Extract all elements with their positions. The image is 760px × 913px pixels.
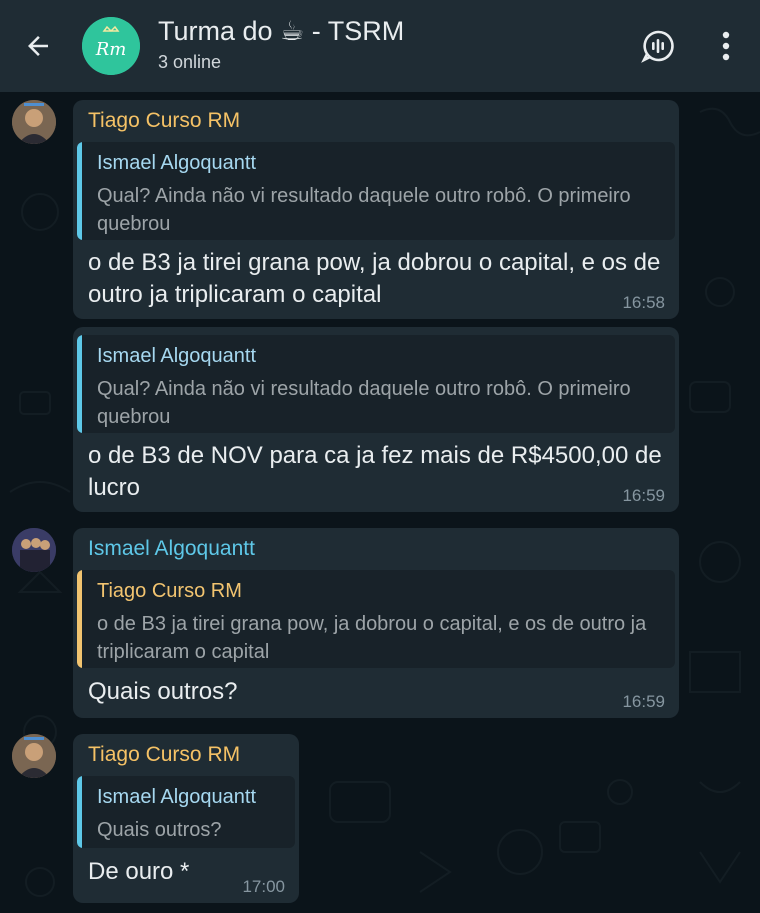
quote-bar <box>77 776 82 848</box>
online-status: 3 online <box>158 52 222 72</box>
sender-name[interactable]: Tiago Curso RM <box>88 109 240 133</box>
quote-sender: Ismael Algoquantt <box>97 345 256 367</box>
voice-chat-button[interactable] <box>638 26 678 66</box>
quoted-message[interactable]: Ismael Algoquantt Qual? Ainda não vi res… <box>77 335 675 433</box>
quote-text: o de B3 ja tirei grana pow, ja dobrou o … <box>97 613 647 663</box>
group-logo-icon: Rm <box>82 17 140 75</box>
group-avatar-text: Rm <box>95 39 127 60</box>
message-text: De ouro * <box>88 858 190 885</box>
quote-bar <box>77 335 82 433</box>
group-title[interactable]: Turma do ☕ - TSRM <box>158 16 404 47</box>
message-time: 16:58 <box>622 293 665 312</box>
quote-sender: Ismael Algoquantt <box>97 152 256 174</box>
sender-avatar-tiago[interactable] <box>12 734 56 778</box>
quote-sender: Ismael Algoquantt <box>97 786 256 808</box>
quoted-message[interactable]: Tiago Curso RM o de B3 ja tirei grana po… <box>77 570 675 668</box>
group-avatar[interactable]: Rm <box>82 17 140 75</box>
voice-chat-icon <box>641 30 674 63</box>
user-photo-icon <box>12 734 56 778</box>
sender-avatar-ismael[interactable] <box>12 528 56 572</box>
sender-avatar-tiago[interactable] <box>12 100 56 144</box>
user-photo-icon <box>12 528 56 572</box>
message-bubble[interactable]: Ismael Algoquantt Qual? Ainda não vi res… <box>73 327 679 512</box>
quote-sender: Tiago Curso RM <box>97 580 242 602</box>
quote-bar <box>77 570 82 668</box>
message-text: Quais outros? <box>88 678 238 705</box>
message-bubble[interactable]: Tiago Curso RM Ismael Algoquantt Quais o… <box>73 734 299 903</box>
message-text: o de B3 de NOV para ca ja fez mais de R$… <box>88 442 662 501</box>
quoted-message[interactable]: Ismael Algoquantt Quais outros? <box>77 776 295 848</box>
quote-bar <box>77 142 82 240</box>
message-bubble[interactable]: Ismael Algoquantt Tiago Curso RM o de B3… <box>73 528 679 718</box>
back-button[interactable] <box>20 28 56 64</box>
message-bubble[interactable]: Tiago Curso RM Ismael Algoquantt Qual? A… <box>73 100 679 319</box>
message-time: 16:59 <box>622 486 665 505</box>
quote-text: Quais outros? <box>97 819 222 841</box>
quote-text: Qual? Ainda não vi resultado daquele out… <box>97 378 631 428</box>
quote-text: Qual? Ainda não vi resultado daquele out… <box>97 185 631 235</box>
arrow-left-icon <box>28 36 48 56</box>
sender-name[interactable]: Tiago Curso RM <box>88 743 240 767</box>
more-options-button[interactable] <box>712 26 740 66</box>
chat-area[interactable]: Tiago Curso RM Ismael Algoquantt Qual? A… <box>0 92 760 913</box>
sender-name[interactable]: Ismael Algoquantt <box>88 537 255 561</box>
message-time: 16:59 <box>622 692 665 711</box>
message-time: 17:00 <box>242 877 285 896</box>
more-vertical-icon <box>722 31 730 61</box>
user-photo-icon <box>12 100 56 144</box>
message-text: o de B3 ja tirei grana pow, ja dobrou o … <box>88 249 661 308</box>
chat-header: Rm Turma do ☕ - TSRM 3 online <box>0 0 760 92</box>
quoted-message[interactable]: Ismael Algoquantt Qual? Ainda não vi res… <box>77 142 675 240</box>
